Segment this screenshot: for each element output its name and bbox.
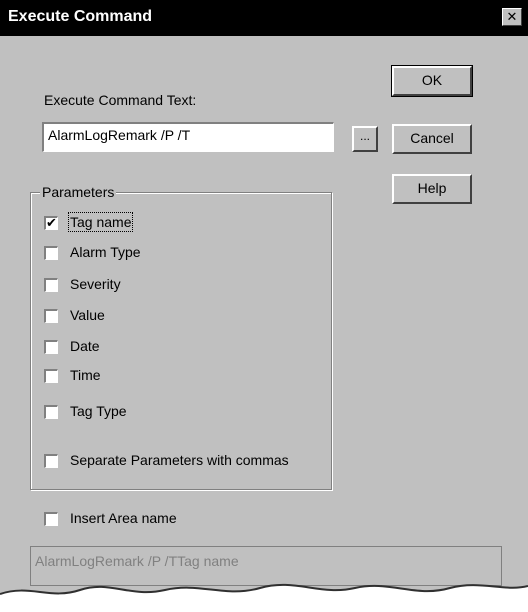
checkbox-box [44, 512, 58, 526]
checkbox-box: ✔ [44, 216, 58, 230]
close-button[interactable]: ✕ [502, 8, 522, 26]
checkbox-label: Value [70, 307, 105, 323]
checkbox-label: Severity [70, 276, 121, 292]
checkbox-box [44, 309, 58, 323]
checkbox-box [44, 454, 58, 468]
ok-button[interactable]: OK [391, 65, 473, 97]
parameters-group-title: Parameters [40, 184, 117, 200]
checkbox-box [44, 405, 58, 419]
checkbox-label: Time [70, 367, 101, 383]
close-icon: ✕ [506, 9, 518, 24]
checkbox-box [44, 340, 58, 354]
help-button[interactable]: Help [392, 174, 472, 204]
checkbox-box [44, 369, 58, 383]
checkbox-box [44, 246, 58, 260]
checkbox-label: Insert Area name [70, 510, 177, 526]
window-title: Execute Command [8, 8, 153, 25]
checkbox-label: Separate Parameters with commas [70, 452, 289, 468]
command-text-input[interactable]: AlarmLogRemark /P /T [42, 122, 334, 152]
checkbox-label: Date [70, 338, 100, 354]
checkbox-label: Alarm Type [70, 244, 141, 260]
browse-button[interactable]: ... [352, 126, 378, 152]
title-bar: Execute Command ✕ [0, 0, 528, 36]
checkbox-label: Tag Type [70, 403, 127, 419]
execute-command-dialog: Execute Command ✕ Execute Command Text: … [0, 0, 528, 612]
checkbox-box [44, 278, 58, 292]
cancel-button[interactable]: Cancel [392, 124, 472, 154]
command-text-label: Execute Command Text: [44, 92, 197, 108]
torn-edge-decoration [0, 583, 528, 612]
checkbox-label: Tag name [67, 212, 134, 232]
